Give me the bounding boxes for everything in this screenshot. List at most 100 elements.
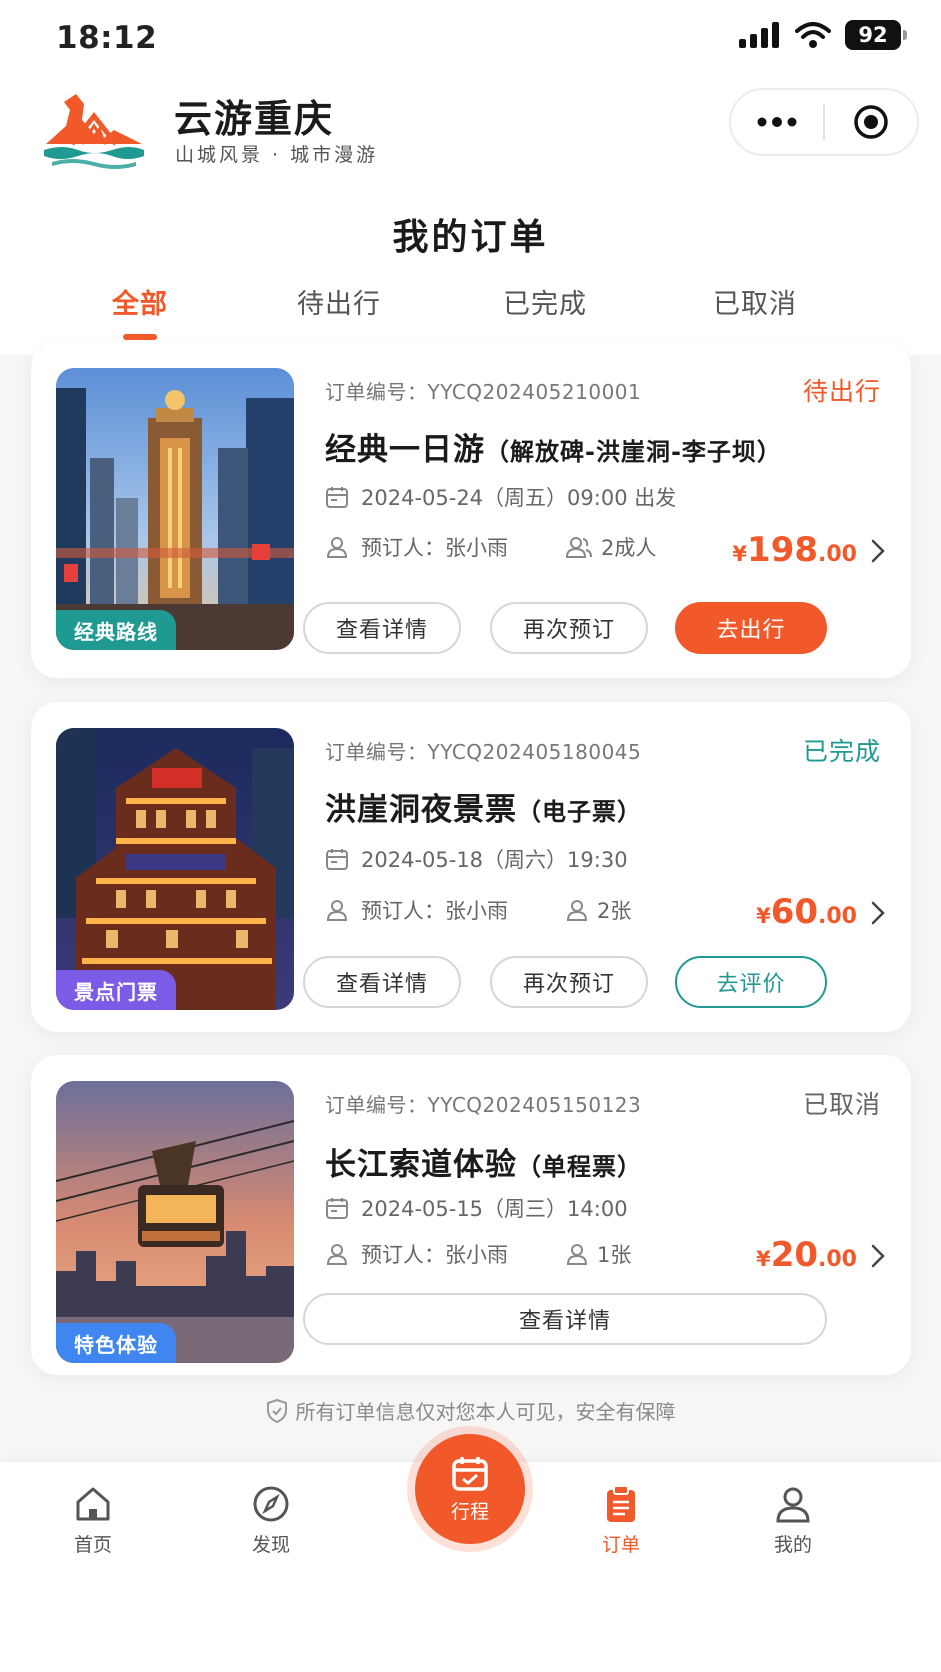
user-icon: [326, 900, 348, 921]
order-date: 2024-05-15（周三）14:00: [361, 1197, 628, 1221]
calendar-icon: [326, 849, 348, 870]
group-icon: [565, 537, 592, 558]
close-mini-program-button[interactable]: [825, 90, 917, 154]
nav-discover-label: 发现: [251, 1534, 290, 1556]
compass-icon: [253, 1486, 289, 1522]
more-dots-icon: [757, 117, 797, 127]
nav-home-label: 首页: [73, 1534, 112, 1556]
order-thumbnail: 特色体验: [56, 1081, 294, 1363]
view-details-button[interactable]: 查看详情: [303, 602, 461, 654]
order-card[interactable]: 经典路线 订单编号：YYCQ202405210001 待出行 经典一日游（解放碑…: [31, 342, 911, 678]
quantity: 1张: [597, 1243, 632, 1267]
order-number: 订单编号：YYCQ202405180045: [325, 740, 642, 764]
liberation-monument-image: [56, 368, 294, 650]
booker-row: 预订人：张小雨: [325, 532, 508, 562]
battery-indicator: 92: [845, 20, 907, 50]
home-icon: [76, 1487, 110, 1521]
user-icon: [566, 1244, 588, 1265]
chevron-right-icon[interactable]: [869, 538, 887, 564]
order-title-main: 长江索道体验: [325, 1147, 517, 1183]
category-tag: 特色体验: [56, 1323, 176, 1363]
order-status: 待出行: [802, 377, 881, 406]
order-tabs: 全部 待出行 已完成 已取消: [0, 282, 941, 342]
nav-home[interactable]: 首页: [33, 1484, 153, 1557]
currency-symbol: ¥: [756, 904, 771, 928]
view-details-button[interactable]: 查看详情: [303, 1293, 827, 1345]
order-price: ¥60.00: [756, 892, 857, 932]
nav-profile[interactable]: 我的: [733, 1484, 853, 1557]
order-thumbnail: 经典路线: [56, 368, 294, 650]
view-details-button[interactable]: 查看详情: [303, 956, 461, 1008]
clipboard-icon: [607, 1485, 635, 1522]
nav-discover[interactable]: 发现: [211, 1484, 331, 1557]
order-thumbnail: 景点门票: [56, 728, 294, 1010]
price-integer: 198: [747, 530, 819, 570]
quantity-row: 2成人: [565, 532, 656, 562]
app-subtitle: 山城风景 · 城市漫游: [175, 144, 379, 166]
booker: 预订人：张小雨: [361, 536, 508, 560]
tab-all[interactable]: 全部: [112, 282, 168, 321]
booker: 预订人：张小雨: [361, 899, 508, 923]
order-title-sub: （电子票）: [517, 798, 642, 826]
quantity: 2张: [597, 899, 632, 923]
tab-completed[interactable]: 已完成: [503, 282, 587, 321]
currency-symbol: ¥: [732, 542, 748, 566]
order-price: ¥198.00: [732, 530, 857, 570]
target-icon: [854, 105, 888, 139]
user-icon: [326, 1244, 348, 1265]
chevron-right-icon[interactable]: [869, 900, 887, 926]
order-price: ¥20.00: [756, 1235, 857, 1275]
rebook-button[interactable]: 再次预订: [490, 956, 648, 1008]
user-icon: [326, 537, 348, 558]
user-icon: [566, 900, 588, 921]
write-review-button[interactable]: 去评价: [675, 956, 827, 1008]
nav-itinerary[interactable]: 行程: [415, 1434, 525, 1544]
calendar-icon: [452, 1456, 488, 1491]
order-number: 订单编号：YYCQ202405210001: [325, 380, 642, 404]
yangtze-cableway-image: [56, 1081, 294, 1363]
rebook-button[interactable]: 再次预订: [490, 602, 648, 654]
order-date-row: 2024-05-24（周五）09:00 出发: [325, 482, 676, 512]
start-trip-button[interactable]: 去出行: [675, 602, 827, 654]
nav-orders-label: 订单: [601, 1534, 640, 1556]
order-title-main: 洪崖洞夜景票: [325, 792, 517, 828]
nav-orders[interactable]: 订单: [561, 1484, 681, 1557]
user-icon: [776, 1487, 810, 1523]
quantity-row: 1张: [565, 1239, 631, 1269]
order-title: 长江索道体验（单程票）: [325, 1139, 642, 1184]
mini-program-capsule: [729, 88, 919, 156]
app-root: 18:12 92 云游重庆 山城风景 · 城市漫游 我的订单 全部 待出行 已完…: [0, 0, 941, 1672]
order-date-row: 2024-05-18（周六）19:30: [325, 844, 628, 874]
status-icons: 92: [739, 20, 907, 50]
price-integer: 20: [770, 1235, 819, 1275]
app-logo: [44, 94, 144, 169]
order-title: 洪崖洞夜景票（电子票）: [325, 784, 642, 829]
price-decimal: .00: [818, 542, 857, 567]
order-date: 2024-05-18（周六）19:30: [361, 848, 628, 872]
booker-row: 预订人：张小雨: [325, 895, 508, 925]
wifi-icon: [795, 22, 831, 48]
order-status: 已取消: [802, 1090, 881, 1119]
top-area: 18:12 92 云游重庆 山城风景 · 城市漫游 我的订单 全部 待出行 已完…: [0, 0, 941, 355]
calendar-icon: [326, 1198, 348, 1219]
price-integer: 60: [770, 892, 819, 932]
more-button[interactable]: [731, 90, 823, 154]
privacy-note: 所有订单信息仅对您本人可见，安全有保障: [0, 1396, 941, 1425]
page-title: 我的订单: [392, 217, 549, 258]
tab-pending[interactable]: 待出行: [297, 282, 381, 321]
tab-cancelled[interactable]: 已取消: [713, 282, 797, 321]
app-title: 云游重庆: [174, 97, 335, 141]
quantity: 2成人: [601, 536, 657, 560]
chevron-right-icon[interactable]: [869, 1243, 887, 1269]
order-number: 订单编号：YYCQ202405150123: [325, 1093, 642, 1117]
calendar-icon: [326, 487, 348, 508]
order-card[interactable]: 特色体验 订单编号：YYCQ202405150123 已取消 长江索道体验（单程…: [31, 1055, 911, 1375]
active-tab-indicator: [123, 334, 157, 340]
price-decimal: .00: [818, 1247, 857, 1272]
nav-profile-label: 我的: [773, 1534, 812, 1556]
order-title-sub: （解放碑-洪崖洞-李子坝）: [485, 438, 782, 466]
order-title-main: 经典一日游: [325, 432, 485, 468]
category-tag: 景点门票: [56, 970, 176, 1010]
order-card[interactable]: 景点门票 订单编号：YYCQ202405180045 已完成 洪崖洞夜景票（电子…: [31, 702, 911, 1032]
nav-itinerary-label: 行程: [450, 1500, 489, 1523]
